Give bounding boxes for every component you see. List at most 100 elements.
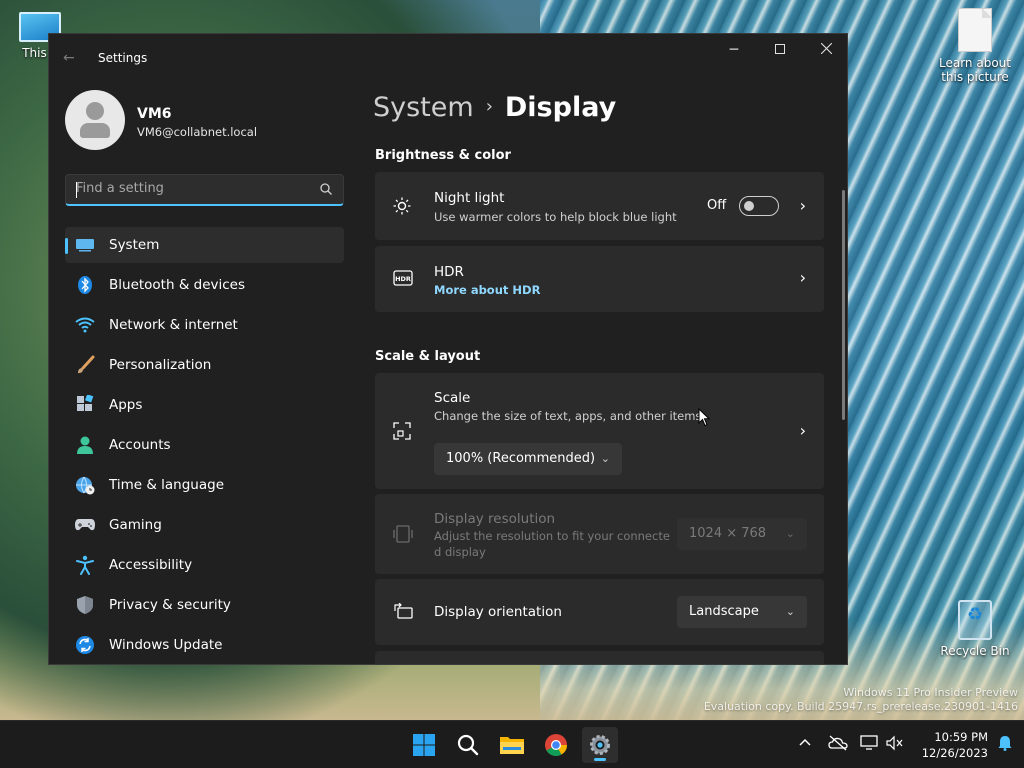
close-button[interactable]	[803, 34, 847, 66]
scale-dropdown[interactable]: 100% (Recommended) ⌄	[434, 443, 622, 475]
page-title: Display	[504, 92, 617, 123]
orientation-dropdown-value: Landscape	[689, 604, 759, 619]
scale-title: Scale	[434, 390, 471, 406]
chevron-down-icon: ⌄	[785, 527, 795, 540]
sidebar-item-time-language[interactable]: Time & language	[65, 467, 344, 503]
display-resolution-card: Display resolution Adjust the resolution…	[375, 494, 824, 574]
sidebar-item-windows-update[interactable]: Windows Update	[65, 627, 344, 663]
title-bar[interactable]: ← Settings ─	[49, 34, 847, 82]
search-icon[interactable]	[319, 182, 333, 196]
night-light-card[interactable]: Night light Use warmer colors to help bl…	[375, 172, 824, 240]
chevron-right-icon[interactable]: ›	[800, 196, 806, 215]
search-box[interactable]	[65, 174, 344, 206]
night-light-title: Night light	[434, 190, 505, 206]
sidebar-item-gaming[interactable]: Gaming	[65, 507, 344, 543]
watermark-line-1: Windows 11 Pro Insider Preview	[843, 686, 1018, 699]
nav-list: System Bluetooth & devices Network & int…	[65, 227, 344, 664]
brush-icon	[74, 354, 96, 376]
sidebar-item-label: Personalization	[109, 357, 212, 373]
show-hidden-icons-chevron-icon[interactable]	[798, 735, 812, 751]
start-button[interactable]	[406, 727, 442, 763]
section-brightness-color: Brightness & color	[375, 148, 511, 163]
sun-icon	[393, 197, 411, 215]
sidebar-item-label: Windows Update	[109, 637, 223, 653]
scale-icon	[393, 422, 411, 440]
search-input[interactable]	[76, 181, 306, 196]
system-clock[interactable]: 10:59 PM 12/26/2023	[922, 729, 988, 761]
display-resolution-title: Display resolution	[434, 511, 556, 527]
sidebar-item-network[interactable]: Network & internet	[65, 307, 344, 343]
settings-window: ← Settings ─ VM6 VM6@collabnet.local Fin…	[48, 33, 848, 665]
maximize-icon	[775, 44, 785, 54]
display-resolution-subtitle-1: Adjust the resolution to fit your connec…	[434, 529, 670, 543]
system-icon	[74, 234, 96, 256]
shield-icon	[74, 594, 96, 616]
sidebar-item-system[interactable]: System	[65, 227, 344, 263]
mouse-cursor-icon	[698, 408, 710, 427]
sidebar-item-apps[interactable]: Apps	[65, 387, 344, 423]
sidebar-item-accessibility[interactable]: Accessibility	[65, 547, 344, 583]
night-light-subtitle: Use warmer colors to help block blue lig…	[434, 210, 677, 224]
hdr-title: HDR	[434, 264, 464, 280]
gamepad-icon	[74, 514, 96, 536]
accounts-icon	[74, 434, 96, 456]
minimize-button[interactable]: ─	[711, 34, 757, 66]
breadcrumb-chevron-icon: ›	[485, 96, 493, 117]
avatar[interactable]	[65, 90, 125, 150]
sidebar-item-label: Gaming	[109, 517, 162, 533]
more-about-hdr-link[interactable]: More about HDR	[434, 283, 540, 297]
sidebar-item-label: System	[109, 237, 160, 253]
resolution-dropdown: 1024 × 768 ⌄	[677, 518, 807, 550]
settings-taskbar-button[interactable]	[582, 727, 618, 763]
resolution-icon	[393, 525, 413, 543]
update-icon	[74, 634, 96, 656]
maximize-button[interactable]	[757, 34, 803, 66]
sidebar-item-label: Bluetooth & devices	[109, 277, 246, 293]
scale-subtitle: Change the size of text, apps, and other…	[434, 409, 702, 423]
scrollbar[interactable]	[842, 190, 845, 420]
window-title: Settings	[98, 51, 148, 65]
hdr-icon: HDR	[393, 270, 413, 286]
main-content: System › Display Brightness & color Night …	[359, 82, 847, 664]
sidebar-item-label: Network & internet	[109, 317, 238, 333]
file-explorer-button[interactable]	[494, 727, 530, 763]
scale-dropdown-value: 100% (Recommended)	[446, 451, 596, 466]
hdr-card[interactable]: HDR HDR More about HDR ›	[375, 246, 824, 312]
chevron-right-icon[interactable]: ›	[800, 421, 806, 440]
document-icon	[958, 8, 992, 52]
sidebar-item-privacy-security[interactable]: Privacy & security	[65, 587, 344, 623]
scale-card[interactable]: Scale Change the size of text, apps, and…	[375, 373, 824, 489]
display-orientation-title: Display orientation	[434, 604, 562, 620]
desktop-icon-label: Learn about this picture	[939, 56, 1011, 84]
sidebar-item-personalization[interactable]: Personalization	[65, 347, 344, 383]
user-name: VM6	[137, 106, 172, 122]
accessibility-icon	[74, 554, 96, 576]
taskbar-search-button[interactable]	[450, 727, 486, 763]
chevron-right-icon[interactable]: ›	[800, 268, 806, 287]
clock-time: 10:59 PM	[934, 730, 988, 744]
onedrive-icon[interactable]	[828, 735, 848, 755]
desktop-icon-learn-about-picture[interactable]: Learn about this picture	[935, 8, 1015, 84]
resolution-dropdown-value: 1024 × 768	[689, 526, 767, 541]
display-orientation-card[interactable]: Display orientation Landscape ⌄	[375, 579, 824, 645]
sidebar-item-bluetooth[interactable]: Bluetooth & devices	[65, 267, 344, 303]
sidebar-item-accounts[interactable]: Accounts	[65, 427, 344, 463]
apps-icon	[74, 394, 96, 416]
next-card-partial[interactable]	[375, 651, 824, 664]
back-arrow-icon[interactable]: ←	[63, 50, 75, 66]
clock-date: 12/26/2023	[921, 746, 988, 760]
taskbar: 10:59 PM 12/26/2023	[0, 720, 1024, 768]
chrome-button[interactable]	[538, 727, 574, 763]
breadcrumb-parent[interactable]: System	[373, 92, 474, 123]
desktop-icon-label: Recycle Bin	[940, 644, 1010, 658]
night-light-toggle[interactable]	[739, 196, 779, 216]
network-status-icon[interactable]	[860, 735, 880, 755]
orientation-dropdown[interactable]: Landscape ⌄	[677, 596, 807, 628]
text-caret	[76, 182, 77, 198]
search-icon	[457, 734, 479, 756]
volume-muted-icon[interactable]	[886, 735, 904, 755]
sidebar: VM6 VM6@collabnet.local System Bluetoo	[49, 82, 359, 664]
desktop-icon-recycle-bin[interactable]: Recycle Bin	[935, 600, 1015, 658]
build-watermark: Windows 11 Pro Insider Preview Evaluatio…	[704, 686, 1018, 714]
notification-bell-icon[interactable]	[998, 735, 1012, 755]
